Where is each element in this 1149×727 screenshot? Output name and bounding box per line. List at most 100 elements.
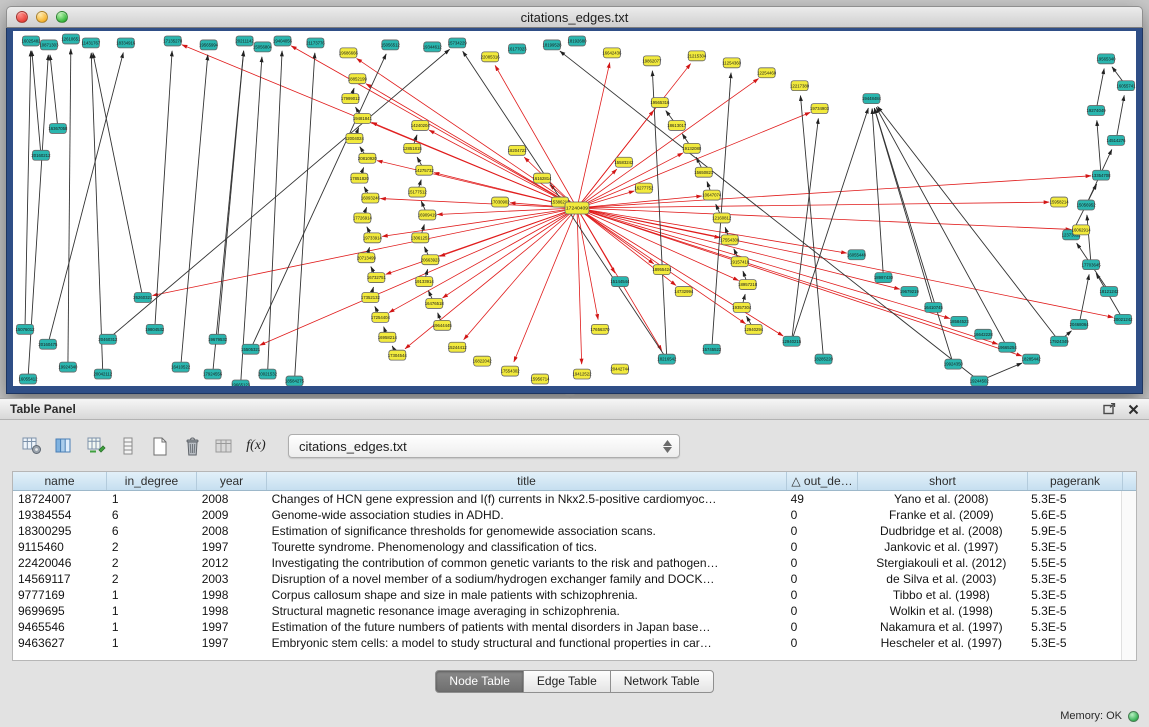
- graph-node[interactable]: 11431767: [82, 38, 101, 48]
- tab-network-table[interactable]: Network Table: [610, 670, 714, 693]
- graph-node[interactable]: 19924350: [944, 359, 964, 369]
- graph-node[interactable]: 15745522: [702, 344, 722, 354]
- graph-node[interactable]: 15583242: [614, 157, 634, 167]
- citation-edge[interactable]: [878, 106, 1060, 341]
- graph-node[interactable]: 18285220: [814, 354, 834, 364]
- graph-node[interactable]: 19565994: [199, 40, 219, 50]
- graph-node[interactable]: 16093246: [361, 193, 381, 203]
- graph-node[interactable]: 20468064: [1070, 319, 1090, 329]
- graph-node[interactable]: 19665123: [231, 380, 251, 386]
- citation-edge-red[interactable]: [366, 84, 577, 208]
- graph-node[interactable]: 19733914: [363, 233, 383, 243]
- graph-node[interactable]: 17703645: [1082, 260, 1102, 270]
- graph-node[interactable]: 18121242: [1100, 287, 1120, 297]
- graph-node[interactable]: 12254460: [757, 68, 777, 78]
- graph-node[interactable]: 19244502: [970, 376, 990, 386]
- tab-node-table[interactable]: Node Table: [435, 670, 524, 693]
- graph-node[interactable]: 17030902: [491, 197, 511, 207]
- graph-node[interactable]: 15958214: [1050, 197, 1070, 207]
- graph-node[interactable]: 16162814: [533, 173, 553, 183]
- graph-node[interactable]: 15056952: [1077, 200, 1097, 210]
- graph-node[interactable]: 16025482: [21, 36, 41, 46]
- new-table-icon[interactable]: [144, 432, 176, 460]
- graph-node[interactable]: 16642228: [974, 329, 994, 339]
- graph-node[interactable]: 18957218: [738, 280, 758, 290]
- citation-edge[interactable]: [218, 51, 244, 339]
- tab-edge-table[interactable]: Edge Table: [523, 670, 611, 693]
- graph-node[interactable]: 19404056: [273, 36, 293, 46]
- graph-node[interactable]: 17304544: [388, 350, 408, 360]
- citation-edge[interactable]: [93, 53, 143, 298]
- citation-edge-red[interactable]: [357, 58, 577, 208]
- graph-node[interactable]: 12004024: [345, 133, 365, 143]
- float-panel-icon[interactable]: [1103, 403, 1116, 415]
- graph-node[interactable]: 18192680: [567, 36, 587, 46]
- table-row[interactable]: 977716911998Corpus callosum shape and si…: [13, 587, 1121, 603]
- table-row[interactable]: 946362711997Embryonic stem cells: a mode…: [13, 635, 1121, 651]
- graph-node[interactable]: 16367058: [48, 123, 68, 133]
- table-row[interactable]: 946554611997Estimation of the future num…: [13, 619, 1121, 635]
- graph-node[interactable]: 15056512: [381, 40, 401, 50]
- graph-node[interactable]: 19679532: [208, 334, 228, 344]
- citation-edge[interactable]: [68, 49, 71, 367]
- graph-node[interactable]: 17554300: [720, 235, 740, 245]
- graph-node[interactable]: 21215304: [687, 51, 707, 61]
- table-row[interactable]: 911546021997Tourette syndrome. Phenomeno…: [13, 539, 1121, 555]
- function-builder-icon[interactable]: f(x): [240, 432, 272, 460]
- window-titlebar[interactable]: citations_edges.txt: [6, 6, 1143, 28]
- citation-edge[interactable]: [155, 51, 172, 329]
- graph-node[interactable]: 19344612: [423, 42, 443, 52]
- graph-node[interactable]: 13061251: [411, 233, 431, 243]
- citation-edge[interactable]: [91, 53, 103, 374]
- graph-hub-node[interactable]: 17240409: [565, 202, 589, 214]
- graph-node[interactable]: 19448484: [862, 94, 882, 104]
- graph-node[interactable]: 14514276: [1107, 135, 1127, 145]
- graph-node[interactable]: 19679219: [900, 287, 920, 297]
- graph-node[interactable]: 15144544: [610, 277, 630, 287]
- graph-node[interactable]: 19157410: [730, 257, 750, 267]
- citation-edge[interactable]: [241, 57, 262, 385]
- graph-node[interactable]: 19133914: [415, 277, 435, 287]
- graph-node[interactable]: 19665254: [998, 342, 1018, 352]
- graph-node[interactable]: 12160812: [712, 213, 732, 223]
- citation-edge-red[interactable]: [380, 199, 577, 208]
- citation-edge[interactable]: [1096, 69, 1104, 111]
- graph-node[interactable]: 19686666: [339, 48, 359, 58]
- graph-node[interactable]: 15650821: [694, 167, 714, 177]
- graph-node[interactable]: 12940215: [782, 336, 802, 346]
- graph-node[interactable]: 16642436: [602, 48, 622, 58]
- import-table-icon[interactable]: [208, 432, 240, 460]
- graph-node[interactable]: 15734229: [448, 38, 468, 48]
- row-height-icon[interactable]: [112, 432, 144, 460]
- graph-node[interactable]: 17554302: [501, 366, 521, 376]
- citation-edge[interactable]: [50, 55, 58, 129]
- graph-node[interactable]: 17999012: [341, 94, 361, 104]
- graph-node[interactable]: 15505321: [241, 344, 261, 354]
- graph-node[interactable]: 19804532: [145, 324, 165, 334]
- citation-edge-red[interactable]: [577, 208, 783, 336]
- column-header-out_de[interactable]: △ out_de…: [787, 472, 858, 490]
- citation-edge[interactable]: [1116, 95, 1124, 140]
- graph-node[interactable]: 20042112: [93, 369, 112, 379]
- citation-edge[interactable]: [712, 73, 731, 349]
- table-row[interactable]: 1872400712008Changes of HCN gene express…: [13, 491, 1121, 507]
- citation-edge-red[interactable]: [577, 208, 998, 344]
- graph-node[interactable]: 17135278: [163, 36, 183, 46]
- graph-node[interactable]: 16410745: [924, 302, 944, 312]
- citation-edge-red[interactable]: [577, 208, 1113, 317]
- graph-node[interactable]: 13354708: [1092, 170, 1112, 180]
- citation-edge[interactable]: [1097, 120, 1101, 175]
- citation-edge-red[interactable]: [389, 208, 577, 313]
- graph-node[interactable]: 12851815: [403, 143, 423, 153]
- graph-node[interactable]: 17726914: [353, 213, 373, 223]
- graph-node[interactable]: 16055741: [1117, 81, 1136, 91]
- graph-node[interactable]: 16410522: [171, 362, 191, 372]
- network-canvas[interactable]: 1602548210871303126106511143176718334916…: [13, 31, 1136, 386]
- graph-node[interactable]: 18204722: [508, 145, 528, 155]
- graph-node[interactable]: 18584275: [285, 376, 305, 386]
- graph-node[interactable]: 15244412: [448, 342, 468, 352]
- graph-node[interactable]: 21173776: [306, 38, 325, 48]
- graph-node[interactable]: 16177023: [508, 44, 528, 54]
- graph-node[interactable]: 14240204: [411, 120, 431, 130]
- citation-edge[interactable]: [792, 108, 869, 341]
